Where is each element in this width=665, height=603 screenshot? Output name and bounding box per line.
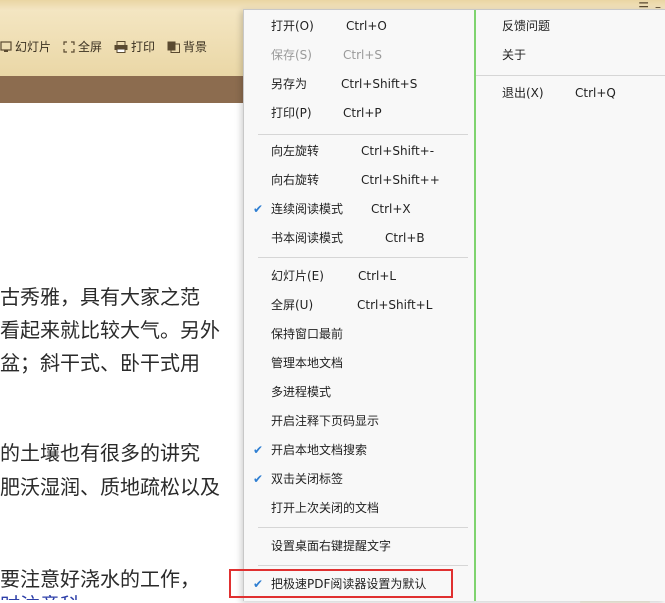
menu-item-feedback[interactable]: 反馈问题	[476, 12, 664, 40]
menu-item-label: 开启本地文档搜索	[271, 443, 368, 457]
toolbar-fullscreen-label: 全屏	[78, 40, 103, 54]
check-icon: ✔	[253, 443, 264, 457]
background-icon	[167, 41, 181, 53]
menu-item-label: 向右旋转	[271, 173, 320, 187]
menu-item-continuous-mode[interactable]: ✔ 连续阅读模式 Ctrl+X	[244, 195, 472, 223]
doc-line: 要注意好浇水的工作，	[0, 567, 200, 591]
menu-item-about[interactable]: 关于	[476, 41, 664, 69]
menu-item-desktop-context-text[interactable]: 设置桌面右键提醒文字	[244, 532, 472, 560]
menu-item-multiprocess[interactable]: 多进程模式	[244, 378, 472, 406]
toolbar-fullscreen-button[interactable]: 全屏	[63, 38, 102, 55]
toolbar-slideshow-button[interactable]: 幻灯片	[0, 38, 51, 55]
menu-item-label: 保持窗口最前	[271, 327, 344, 341]
menu-item-shortcut: Ctrl+Shift+L	[357, 298, 433, 312]
main-menu: 打开(O) Ctrl+O 保存(S) Ctrl+S 另存为 Ctrl+Shift…	[243, 9, 665, 601]
menu-separator	[476, 75, 665, 76]
menu-item-label: 保存(S)	[271, 48, 312, 62]
menu-item-book-mode[interactable]: 书本阅读模式 Ctrl+B	[244, 224, 472, 252]
menu-item-manage-local-docs[interactable]: 管理本地文档	[244, 349, 472, 377]
menu-separator	[258, 134, 468, 135]
menu-item-shortcut: Ctrl+B	[385, 231, 425, 245]
menu-item-label: 全屏(U)	[271, 298, 314, 312]
menu-item-label: 多进程模式	[271, 385, 332, 399]
menu-item-shortcut: Ctrl+Q	[575, 86, 616, 100]
menu-item-reopen-last[interactable]: 打开上次关闭的文档	[244, 494, 472, 522]
menu-item-label: 向左旋转	[271, 144, 320, 158]
menu-item-slideshow[interactable]: 幻灯片(E) Ctrl+L	[244, 262, 472, 290]
menu-separator	[258, 527, 468, 528]
check-icon: ✔	[253, 472, 264, 486]
menu-item-rotate-left[interactable]: 向左旋转 Ctrl+Shift+-	[244, 137, 472, 165]
menu-item-save-as[interactable]: 另存为 Ctrl+Shift+S	[244, 70, 472, 98]
toolbar-print-label: 打印	[131, 40, 156, 54]
menu-item-shortcut: Ctrl+X	[371, 202, 411, 216]
menu-item-shortcut: Ctrl+P	[343, 106, 382, 120]
highlight-box	[229, 569, 453, 598]
menu-item-label: 连续阅读模式	[271, 202, 344, 216]
toolbar-slideshow-label: 幻灯片	[15, 40, 52, 54]
menu-item-label: 另存为	[271, 77, 308, 91]
menu-item-shortcut: Ctrl+Shift+S	[341, 77, 418, 91]
menu-item-keep-on-top[interactable]: 保持窗口最前	[244, 320, 472, 348]
doc-line: 肥沃湿润、质地疏松以及	[0, 475, 220, 499]
menu-item-label: 关于	[502, 48, 527, 62]
menu-item-shortcut: Ctrl+Shift+-	[361, 144, 435, 158]
menu-item-shortcut: Ctrl+S	[343, 48, 383, 62]
menu-left-column: 打开(O) Ctrl+O 保存(S) Ctrl+S 另存为 Ctrl+Shift…	[244, 10, 474, 601]
menu-separator	[258, 257, 468, 258]
menu-item-label: 双击关闭标签	[271, 472, 344, 486]
menu-item-shortcut: Ctrl+L	[358, 269, 397, 283]
menu-item-label: 退出(X)	[502, 86, 544, 100]
menu-item-label: 开启注释下页码显示	[271, 414, 380, 428]
doc-line: 看起来就比较大气。另外	[0, 318, 220, 342]
menu-item-label: 打开(O)	[271, 19, 314, 33]
toolbar-background-label: 背景	[183, 40, 208, 54]
menu-item-rotate-right[interactable]: 向右旋转 Ctrl+Shift++	[244, 166, 472, 194]
doc-line: 时注意科	[0, 589, 80, 600]
menu-item-label: 幻灯片(E)	[271, 269, 324, 283]
menu-item-label: 打开上次关闭的文档	[271, 501, 380, 515]
doc-line: 盆；斜干式、卧干式用	[0, 351, 200, 375]
menu-separator	[258, 565, 468, 566]
menu-item-double-click-close[interactable]: ✔ 双击关闭标签	[244, 465, 472, 493]
slideshow-icon	[0, 40, 12, 52]
fullscreen-icon	[63, 40, 75, 53]
menu-item-annotation-page-number[interactable]: 开启注释下页码显示	[244, 407, 472, 435]
check-icon: ✔	[253, 202, 264, 216]
doc-line: 的土壤也有很多的讲究	[0, 441, 200, 465]
print-icon	[114, 40, 128, 53]
menu-item-fullscreen[interactable]: 全屏(U) Ctrl+Shift+L	[244, 291, 472, 319]
doc-line: 古秀雅，具有大家之范	[0, 285, 200, 309]
toolbar-print-button[interactable]: 打印	[114, 38, 155, 55]
menu-item-label: 书本阅读模式	[271, 231, 344, 245]
menu-item-label: 管理本地文档	[271, 356, 344, 370]
menu-item-save[interactable]: 保存(S) Ctrl+S	[244, 41, 472, 69]
menu-item-exit[interactable]: 退出(X) Ctrl+Q	[476, 79, 664, 107]
menu-item-local-search[interactable]: ✔ 开启本地文档搜索	[244, 436, 472, 464]
menu-item-open[interactable]: 打开(O) Ctrl+O	[244, 12, 472, 40]
toolbar-background-button[interactable]: 背景	[167, 38, 207, 55]
menu-right-column: 反馈问题 关于 退出(X) Ctrl+Q	[476, 10, 665, 601]
menu-item-label: 设置桌面右键提醒文字	[271, 539, 392, 553]
menu-item-shortcut: Ctrl+Shift++	[361, 173, 440, 187]
menu-item-print[interactable]: 打印(P) Ctrl+P	[244, 99, 472, 127]
menu-item-label: 反馈问题	[502, 19, 551, 33]
menu-item-shortcut: Ctrl+O	[346, 19, 387, 33]
menu-item-label: 打印(P)	[271, 106, 312, 120]
